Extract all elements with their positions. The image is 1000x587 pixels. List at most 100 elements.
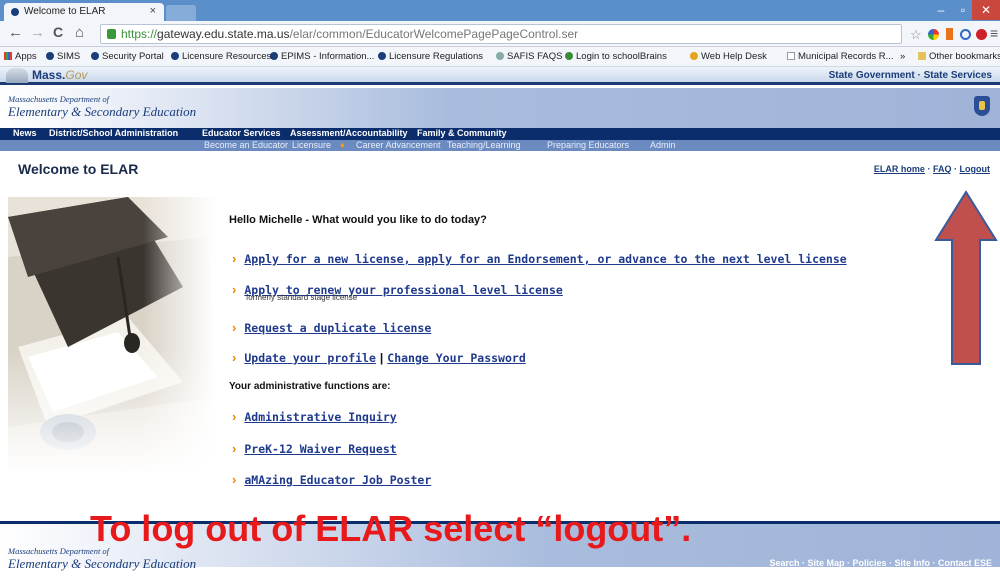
maximize-icon[interactable]: ▫ [952,0,974,20]
bookmark-security-portal[interactable]: Security Portal [91,51,164,62]
chevron-right-icon: › [232,472,237,487]
separator: | [379,351,384,365]
change-password-link[interactable]: Change Your Password [387,351,525,365]
main-nav: News District/School Administration Educ… [0,128,1000,140]
greeting: Hello Michelle - What would you like to … [229,214,487,226]
action-apply: › Apply for a new license, apply for an E… [232,250,847,268]
subnav-licensure[interactable]: Licensure [292,140,331,150]
waiver-request-link[interactable]: PreK-12 Waiver Request [244,442,396,456]
tab-title: Welcome to ELAR [24,6,106,17]
footer-dept-name[interactable]: Elementary & Secondary Education [8,556,196,572]
graduation-cap-illustration [8,197,216,475]
page-title: Welcome to ELAR [18,161,139,177]
home-icon[interactable]: ⌂ [75,24,84,41]
subnav-divider-icon: ♦ [340,140,345,150]
nav-educator-services[interactable]: Educator Services [202,128,281,138]
folder-icon [918,52,926,60]
sub-nav: Become an Educator Licensure ♦ Career Ad… [0,140,1000,151]
bookmark-licensure-regulations[interactable]: Licensure Regulations [378,51,483,62]
chevron-right-icon: › [232,282,237,297]
other-bookmarks[interactable]: Other bookmarks [918,51,1000,62]
up-arrow-icon [934,190,998,365]
job-poster-link[interactable]: aMAzing Educator Job Poster [244,473,431,487]
chevron-right-icon: › [232,441,237,456]
bookmark-epims[interactable]: EPIMS - Information... [270,51,374,62]
bookmark-web-help-desk[interactable]: Web Help Desk [690,51,767,62]
seal-icon [171,52,179,60]
elar-top-links: ELAR home · FAQ · Logout [873,164,991,174]
action-profile: › Update your profile | Change Your Passwor… [232,349,526,367]
nav-district-school-admin[interactable]: District/School Administration [49,128,178,138]
chrome-extension-icon[interactable] [928,29,939,40]
bookmark-safis-faqs[interactable]: SAFIS FAQS [496,51,562,62]
bookmark-municipal-records[interactable]: Municipal Records R... [787,51,894,62]
tab-close-icon[interactable]: × [150,5,156,17]
subnav-become-educator[interactable]: Become an Educator [204,140,288,150]
favicon-seal-icon [11,8,19,16]
logout-link[interactable]: Logout [960,164,991,174]
bookmarks-overflow-icon[interactable]: » [900,51,905,62]
browser-tab[interactable]: Welcome to ELAR × [4,3,164,21]
admin-functions-header: Your administrative functions are: [229,381,391,392]
reload-icon[interactable]: C [53,24,63,40]
nav-family-community[interactable]: Family & Community [417,128,507,138]
bookmark-star-icon[interactable]: ☆ [910,27,922,43]
subnav-admin[interactable]: Admin [650,140,676,150]
url-host: gateway.edu.state.ma.us [157,27,290,41]
chevron-right-icon: › [232,251,237,266]
state-links[interactable]: State Government · State Services [829,70,992,81]
faq-link[interactable]: FAQ [933,164,952,174]
nav-news[interactable]: News [13,128,37,138]
subnav-career-advancement[interactable]: Career Advancement [356,140,441,150]
bookmark-licensure-resources[interactable]: Licensure Resources [171,51,271,62]
bookmark-apps[interactable]: Apps [4,51,37,62]
admin-waiver: › PreK-12 Waiver Request [232,440,397,458]
action-duplicate: › Request a duplicate license [232,319,431,337]
mass-gov-logo[interactable]: Mass.Gov [32,68,87,82]
renew-subtitle: formerly standard stage license [246,293,358,302]
chevron-right-icon: › [232,320,237,335]
minimize-icon[interactable]: – [930,0,952,20]
admin-job-poster: › aMAzing Educator Job Poster [232,471,431,489]
duplicate-license-link[interactable]: Request a duplicate license [244,321,431,335]
graduation-cap-image [8,197,216,475]
apply-license-link[interactable]: Apply for a new license, apply for an En… [244,252,846,266]
close-window-icon[interactable]: ✕ [972,0,1000,20]
back-icon[interactable]: ← [8,24,23,41]
url-field[interactable]: https://gateway.edu.state.ma.us/elar/com… [100,24,902,44]
schoolbrains-icon [565,52,573,60]
new-tab-button[interactable] [166,5,196,21]
logout-instruction-caption: To log out of ELAR select “logout”. [90,508,692,549]
safis-icon [496,52,504,60]
search-extension-icon[interactable] [960,29,971,40]
bookmark-schoolbrains[interactable]: Login to schoolBrains [565,51,667,62]
footer-links[interactable]: Search · Site Map · Policies · Site Info… [769,558,992,568]
url-path: /elar/common/EducatorWelcomePagePageCont… [289,27,579,41]
subnav-teaching-learning[interactable]: Teaching/Learning [447,140,521,150]
dept-name[interactable]: Elementary & Secondary Education [8,104,196,120]
dept-line: Massachusetts Department of [8,94,110,104]
lock-icon [107,29,116,39]
administrative-inquiry-link[interactable]: Administrative Inquiry [244,410,396,424]
nav-assessment-accountability[interactable]: Assessment/Accountability [290,128,408,138]
seal-icon [91,52,99,60]
bookmark-extension-icon[interactable] [946,28,953,40]
seal-icon [378,52,386,60]
bookmarks-bar: Apps SIMS Security Portal Licensure Reso… [0,47,1000,67]
seal-icon [270,52,278,60]
forward-icon[interactable]: → [30,24,45,41]
menu-icon[interactable]: ≡ [990,25,998,41]
help-desk-icon [690,52,698,60]
chevron-right-icon: › [232,409,237,424]
apps-grid-icon [4,52,12,60]
chevron-right-icon: › [232,350,237,365]
page-icon [787,52,795,60]
update-profile-link[interactable]: Update your profile [244,351,376,365]
subnav-preparing-educators[interactable]: Preparing Educators [547,140,629,150]
pinterest-icon[interactable] [976,29,987,40]
seal-icon [46,52,54,60]
bookmark-sims[interactable]: SIMS [46,51,80,62]
url-scheme: https:// [121,27,158,41]
elar-home-link[interactable]: ELAR home [874,164,925,174]
admin-inquiry: › Administrative Inquiry [232,408,397,426]
